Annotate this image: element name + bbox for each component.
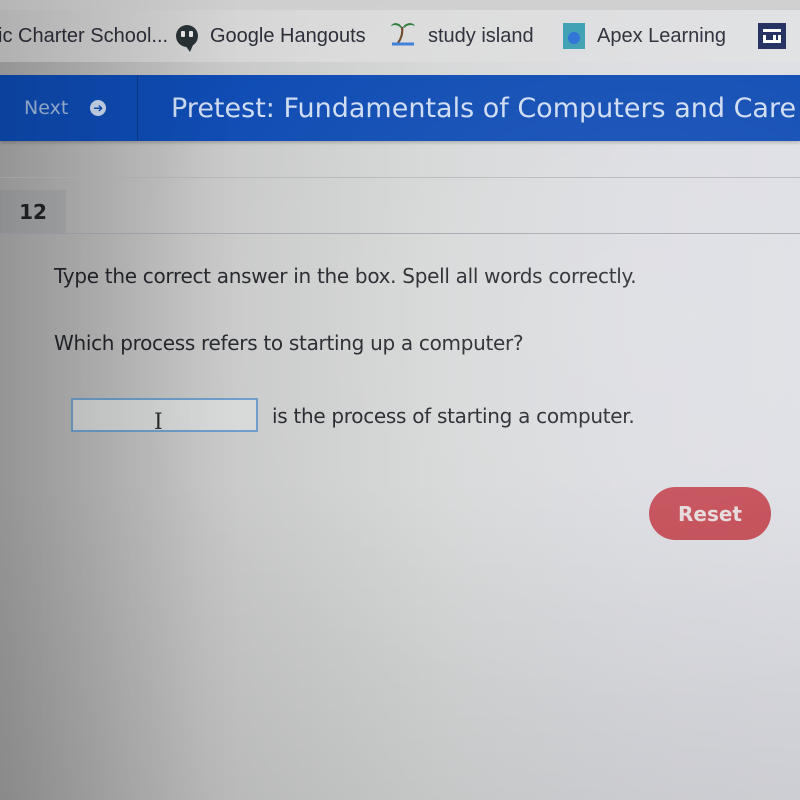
bookmark-charter-school[interactable]: ic Charter School... <box>0 16 168 56</box>
bookmark-label: study island <box>428 24 534 47</box>
question-instruction: Type the correct answer in the box. Spel… <box>54 264 637 288</box>
arrow-right-circle-icon: ➜ <box>90 100 107 116</box>
bookmark-apex-learning[interactable]: Apex Learning <box>563 16 726 56</box>
bookmark-study-island[interactable]: study island <box>390 16 534 56</box>
divider <box>0 233 800 234</box>
browser-top-strip <box>0 0 800 10</box>
bookmark-layout[interactable] <box>758 16 798 56</box>
next-label: Next <box>24 97 69 119</box>
bookmark-google-hangouts[interactable]: Google Hangouts <box>176 16 366 56</box>
apex-icon <box>563 23 585 49</box>
palm-tree-icon <box>390 19 416 53</box>
next-button[interactable]: Next ➜ <box>0 75 138 141</box>
divider <box>0 177 800 178</box>
answer-input[interactable] <box>71 398 258 432</box>
bookmark-label: Google Hangouts <box>210 24 366 47</box>
quiz-header: Next ➜ Pretest: Fundamentals of Computer… <box>0 75 800 141</box>
bookmark-label: ic Charter School... <box>0 24 169 47</box>
hangouts-icon <box>176 25 198 52</box>
answer-suffix-text: is the process of starting a computer. <box>272 404 635 428</box>
bookmark-label: Apex Learning <box>597 24 726 47</box>
bookmarks-bar: ic Charter School... Google Hangouts stu… <box>0 10 800 62</box>
question-prompt: Which process refers to starting up a co… <box>54 331 524 355</box>
reset-button[interactable]: Reset <box>649 487 771 540</box>
page-title: Pretest: Fundamentals of Computers and C… <box>171 92 797 124</box>
layout-icon <box>758 23 786 49</box>
question-number: 12 <box>0 190 66 234</box>
